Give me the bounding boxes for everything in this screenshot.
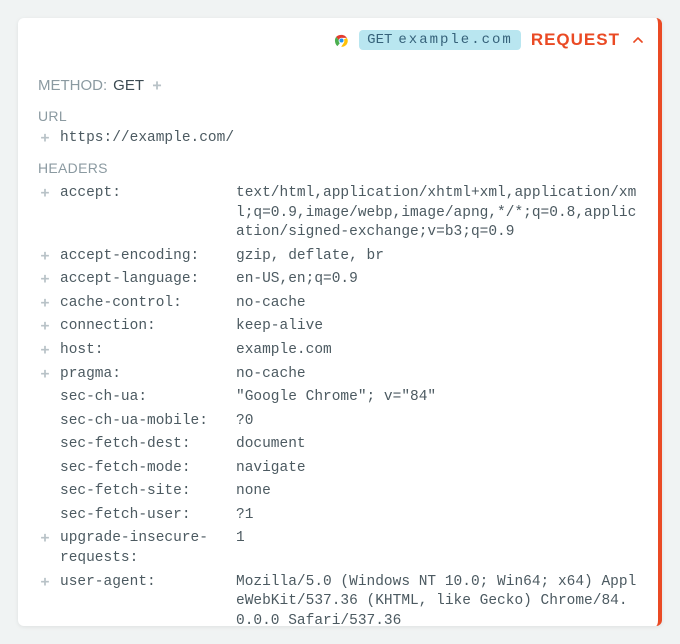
method-label: METHOD: [38,77,107,94]
header-row: + accept-encoding: gzip, deflate, br [38,245,638,269]
chevron-up-icon[interactable] [630,32,646,48]
header-row: + pragma: no-cache [38,363,638,387]
header-value: example.com [236,341,638,361]
header-name: pragma: [60,365,228,385]
header-name: sec-ch-ua-mobile: [60,412,228,432]
header-name: cache-control: [60,294,228,314]
header-value: document [236,435,638,455]
header-row: +sec-fetch-user:?1 [38,504,638,528]
chrome-icon [334,33,349,48]
header-value: no-cache [236,294,638,314]
method-value: GET [113,77,144,94]
card-body: METHOD: GET + URL + https://example.com/… [18,62,658,626]
header-row: + accept-language: en-US,en;q=0.9 [38,268,638,292]
expand-header-icon[interactable]: + [38,294,52,314]
header-row: +sec-ch-ua-mobile:?0 [38,410,638,434]
header-value: Mozilla/5.0 (Windows NT 10.0; Win64; x64… [236,573,638,626]
header-name: sec-fetch-mode: [60,459,228,479]
expand-header-icon[interactable]: + [38,365,52,385]
expand-header-icon[interactable]: + [38,184,52,204]
add-method-icon[interactable]: + [150,76,164,94]
header-value: ?0 [236,412,638,432]
headers-section-label: HEADERS [38,160,638,176]
header-row: +sec-fetch-dest:document [38,433,638,457]
expand-header-icon[interactable]: + [38,317,52,337]
header-value: en-US,en;q=0.9 [236,270,638,290]
header-name: sec-fetch-site: [60,482,228,502]
header-row: +sec-fetch-site:none [38,480,638,504]
add-url-icon[interactable]: + [38,130,52,146]
expand-header-icon[interactable]: + [38,270,52,290]
header-row: + connection: keep-alive [38,315,638,339]
header-name: sec-ch-ua: [60,388,228,408]
header-row: + user-agent: Mozilla/5.0 (Windows NT 10.0… [38,571,638,626]
header-value: no-cache [236,365,638,385]
header-row: +sec-ch-ua:"Google Chrome"; v="84" [38,386,638,410]
url-row: + https://example.com/ [38,130,638,146]
pill-method: GET [367,32,392,48]
headers-list: + accept: text/html,application/xhtml+xml,… [38,182,638,626]
header-row: + cache-control: no-cache [38,292,638,316]
url-value: https://example.com/ [60,130,234,146]
header-value: gzip, deflate, br [236,247,638,267]
header-name: user-agent: [60,573,228,593]
expand-header-icon[interactable]: + [38,529,52,549]
header-row: + upgrade-insecure-requests: 1 [38,527,638,570]
expand-header-icon[interactable]: + [38,341,52,361]
header-value: "Google Chrome"; v="84" [236,388,638,408]
card-header: GET example.com REQUEST [18,18,658,62]
request-card: GET example.com REQUEST METHOD: GET + UR… [18,18,662,626]
request-pill: GET example.com [359,30,521,50]
request-label: REQUEST [531,30,620,50]
expand-header-icon[interactable]: + [38,247,52,267]
url-section-label: URL [38,108,638,124]
pill-host: example.com [398,32,512,48]
header-value: navigate [236,459,638,479]
header-row: +sec-fetch-mode:navigate [38,457,638,481]
header-name: host: [60,341,228,361]
header-value: 1 [236,529,638,549]
header-name: accept: [60,184,228,204]
header-name: connection: [60,317,228,337]
header-name: upgrade-insecure-requests: [60,529,228,568]
header-row: + accept: text/html,application/xhtml+xml,… [38,182,638,245]
header-value: ?1 [236,506,638,526]
header-value: keep-alive [236,317,638,337]
header-name: accept-encoding: [60,247,228,267]
header-row: + host: example.com [38,339,638,363]
method-line: METHOD: GET + [38,76,638,94]
header-value: none [236,482,638,502]
expand-header-icon[interactable]: + [38,573,52,593]
header-name: sec-fetch-dest: [60,435,228,455]
header-value: text/html,application/xhtml+xml,applicat… [236,184,638,243]
header-name: sec-fetch-user: [60,506,228,526]
header-name: accept-language: [60,270,228,290]
